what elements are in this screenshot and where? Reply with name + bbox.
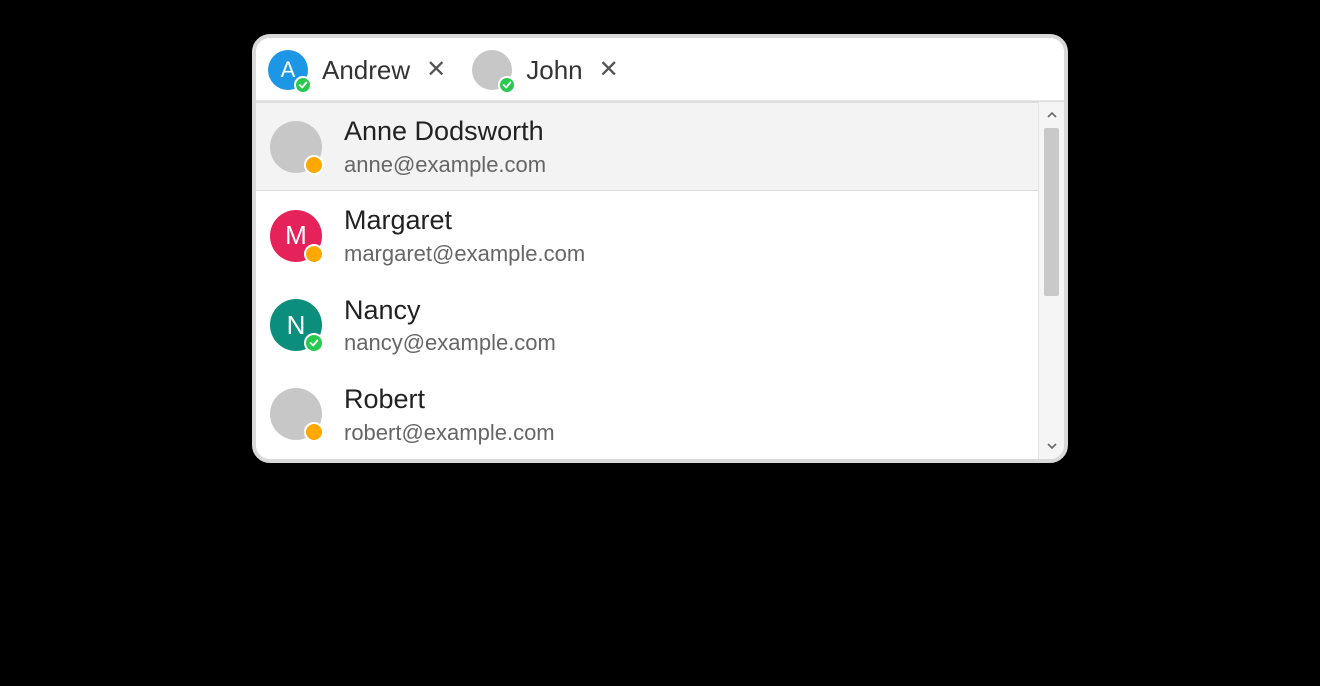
scroll-up-icon[interactable]: [1039, 102, 1064, 128]
suggestion-dropdown: Anne Dodsworth anne@example.com M Margar…: [256, 101, 1064, 459]
contact-name: Margaret: [344, 204, 585, 238]
avatar: M: [270, 210, 322, 262]
chip-label: Andrew: [322, 55, 410, 86]
status-away-icon: [304, 155, 324, 175]
avatar: [472, 50, 512, 90]
close-icon[interactable]: ✕: [422, 56, 450, 84]
status-check-icon: [304, 333, 324, 353]
chip-john[interactable]: John ✕: [466, 46, 633, 94]
status-away-icon: [304, 422, 324, 442]
contact-email: robert@example.com: [344, 419, 555, 447]
contact-email: nancy@example.com: [344, 329, 556, 357]
avatar: N: [270, 299, 322, 351]
people-picker-panel: A Andrew ✕ John ✕ Anne Dodsworth: [252, 34, 1068, 463]
list-item[interactable]: M Margaret margaret@example.com: [256, 191, 1038, 280]
chip-andrew[interactable]: A Andrew ✕: [262, 46, 460, 94]
scroll-down-icon[interactable]: [1039, 433, 1064, 459]
close-icon[interactable]: ✕: [595, 56, 623, 84]
status-check-icon: [498, 76, 516, 94]
contact-name: Nancy: [344, 294, 556, 328]
selected-chips-row[interactable]: A Andrew ✕ John ✕: [256, 38, 1064, 101]
contact-name: Anne Dodsworth: [344, 115, 546, 149]
scroll-thumb[interactable]: [1044, 128, 1059, 296]
contact-name: Robert: [344, 383, 555, 417]
list-item[interactable]: Anne Dodsworth anne@example.com: [256, 102, 1038, 191]
avatar: A: [268, 50, 308, 90]
status-check-icon: [294, 76, 312, 94]
chip-label: John: [526, 55, 582, 86]
list-item[interactable]: Robert robert@example.com: [256, 370, 1038, 459]
avatar: [270, 121, 322, 173]
contact-email: anne@example.com: [344, 151, 546, 179]
avatar: [270, 388, 322, 440]
contact-email: margaret@example.com: [344, 240, 585, 268]
scrollbar[interactable]: [1038, 102, 1064, 459]
scroll-track[interactable]: [1039, 128, 1064, 433]
suggestion-list: Anne Dodsworth anne@example.com M Margar…: [256, 102, 1038, 459]
list-item[interactable]: N Nancy nancy@example.com: [256, 281, 1038, 370]
status-away-icon: [304, 244, 324, 264]
